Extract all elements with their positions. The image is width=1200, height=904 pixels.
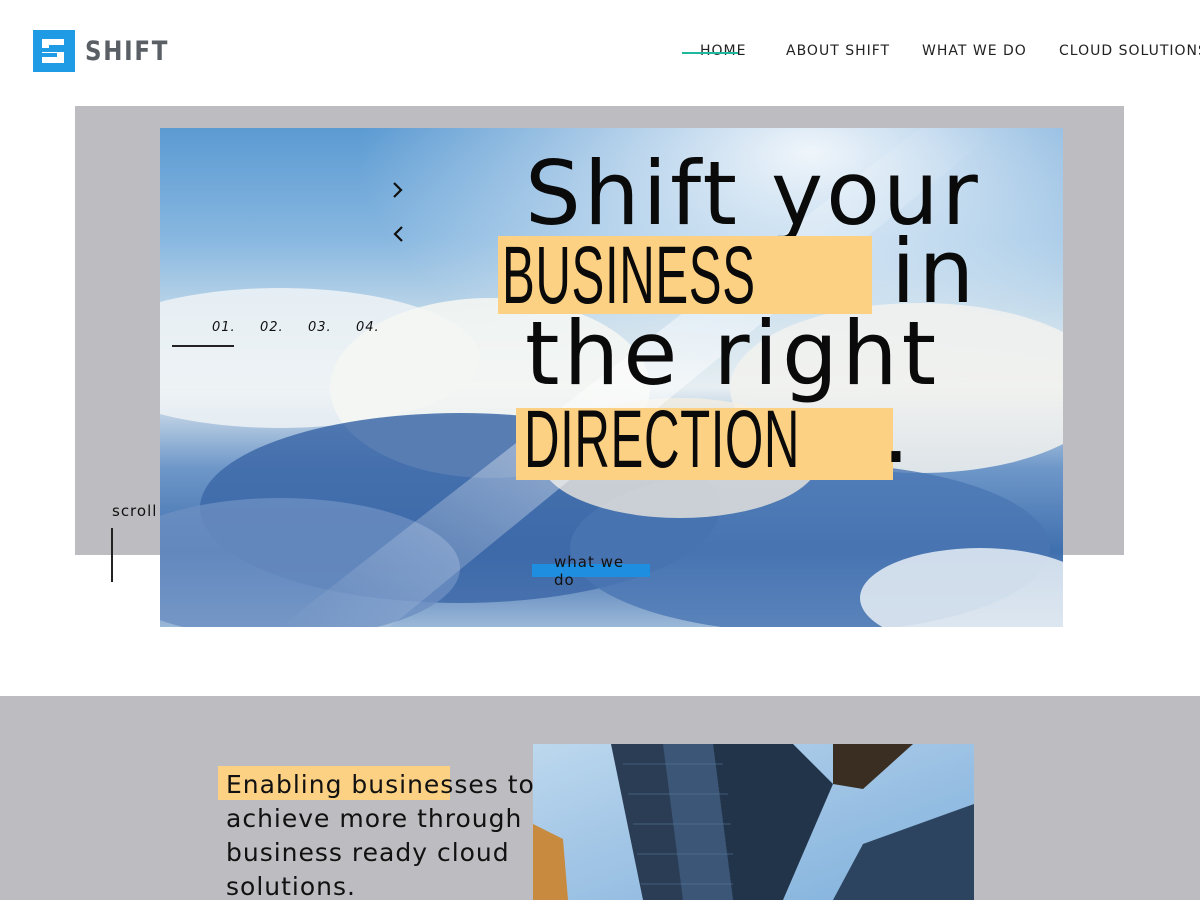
skyscrapers-image xyxy=(533,744,974,900)
headline-period: . xyxy=(882,380,910,483)
slide-3[interactable]: 03. xyxy=(308,320,356,335)
cta-label: what we do xyxy=(554,553,625,589)
nav-home[interactable]: HOME xyxy=(682,43,747,59)
slide-1[interactable]: 01. xyxy=(212,320,260,335)
main-nav: HOME ABOUT SHIFT WHAT WE DO CLOUD SOLUTI… xyxy=(0,43,1200,67)
scroll-label[interactable]: scroll xyxy=(112,502,157,520)
nav-cloud-solutions[interactable]: CLOUD SOLUTIONS xyxy=(1059,43,1200,59)
headline-direction: DIRECTION xyxy=(524,394,800,485)
nav-about-shift[interactable]: ABOUT SHIFT xyxy=(786,43,890,59)
slide-2[interactable]: 02. xyxy=(260,320,308,335)
nav-home-label: HOME xyxy=(700,43,747,59)
nav-what-we-do[interactable]: WHAT WE DO xyxy=(922,43,1027,59)
slide-4[interactable]: 04. xyxy=(356,320,404,335)
what-we-do-button[interactable]: what we do xyxy=(532,553,650,589)
chevron-left-icon[interactable] xyxy=(391,222,405,248)
scroll-indicator-line xyxy=(111,528,113,582)
slide-pager: 01. 02. 03. 04. xyxy=(212,320,404,335)
headline-line-3: the right xyxy=(525,302,941,405)
active-nav-marker xyxy=(682,52,738,54)
tagline-text: Enabling businesses to achieve more thro… xyxy=(226,770,535,901)
active-slide-indicator xyxy=(172,345,234,347)
chevron-right-icon[interactable] xyxy=(391,178,405,204)
